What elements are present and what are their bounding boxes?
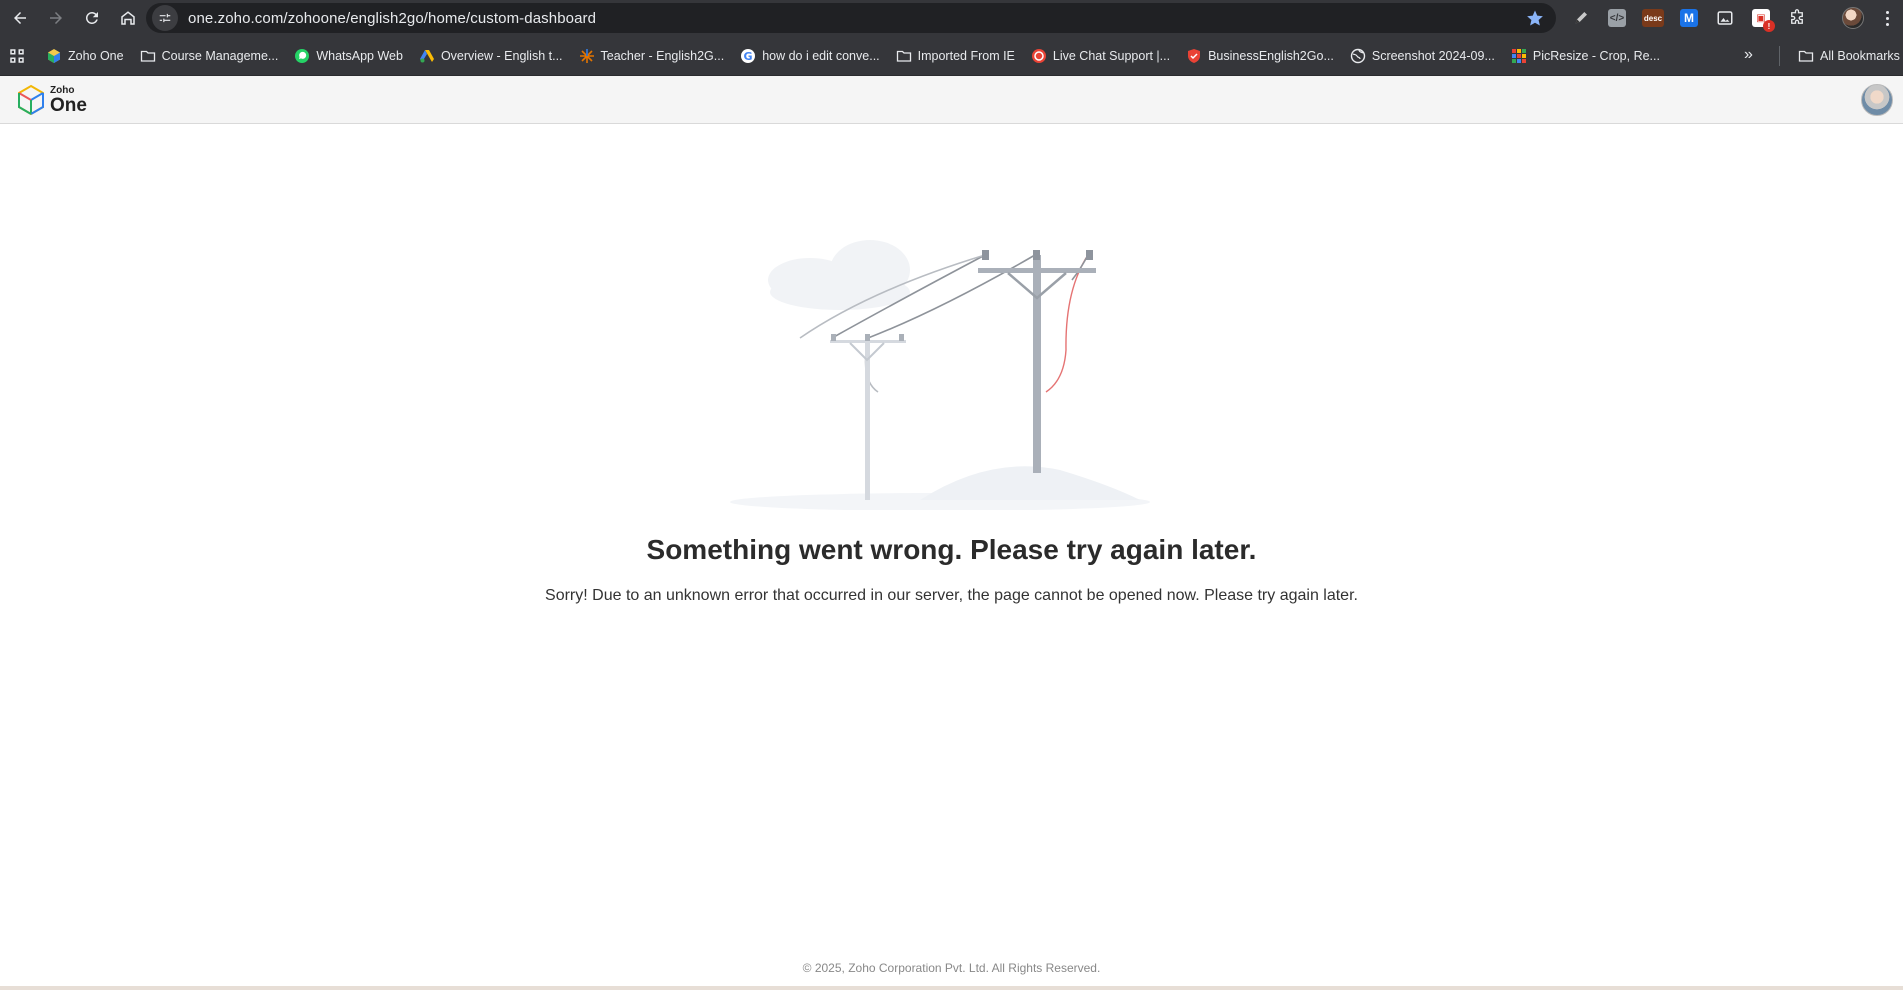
extensions-area: </> desc M ▣ ! [1568,4,1810,32]
calendar-extension-icon[interactable]: ▣ ! [1748,5,1775,32]
logo-small-text: Zoho [50,84,75,96]
puzzle-icon[interactable] [1784,5,1810,31]
bookmarks-divider [1779,46,1780,66]
more-bookmarks-button[interactable]: » [1744,46,1753,64]
zoho-one-logo[interactable]: Zoho One [16,84,87,116]
folder-icon [140,48,156,64]
bookmark-label: Course Manageme... [161,48,279,63]
bookmark-label: Live Chat Support |... [1052,48,1171,63]
bookmark-label: Teacher - English2G... [600,48,725,63]
bookmark-overview-english[interactable]: Overview - English t... [411,42,571,70]
zoho-icon [46,48,62,64]
google-icon: G [740,48,756,64]
reload-icon [85,11,98,24]
power-lines-illustration [730,240,1150,510]
all-bookmarks-label: All Bookmarks [1820,49,1900,63]
desc-label: desc [1642,9,1664,27]
reload-button[interactable] [76,2,108,34]
bookmark-zoho-one[interactable]: Zoho One [38,42,132,70]
home-icon [121,11,135,25]
arrow-left-icon [14,12,26,24]
bookmark-teacher-english2go[interactable]: Teacher - English2G... [571,42,733,70]
error-message: Sorry! Due to an unknown error that occu… [545,587,1358,604]
tune-icon [159,13,171,23]
browser-toolbar: one.zoho.com/zohoone/english2go/home/cus… [0,0,1903,36]
bookmark-label: Imported From IE [917,48,1015,63]
browser-profile-avatar[interactable] [1842,7,1864,29]
bookmark-businessenglish2go[interactable]: BusinessEnglish2Go... [1178,42,1342,70]
address-bar[interactable]: one.zoho.com/zohoone/english2go/home/cus… [146,3,1556,33]
bookmark-label: PicResize - Crop, Re... [1532,48,1660,63]
logo-text: Zoho One [50,84,87,116]
bookmark-how-do-i-edit[interactable]: G how do i edit conve... [732,42,887,70]
code-icon[interactable]: </> [1604,5,1630,31]
user-avatar[interactable] [1861,84,1893,116]
bookmark-label: Zoho One [68,48,124,63]
bookmark-label: WhatsApp Web [316,48,403,63]
app-header: Zoho One [0,76,1903,124]
bookmark-course-management[interactable]: Course Manageme... [132,42,287,70]
ground [730,466,1150,510]
logo-big-text: One [50,94,87,116]
bookmark-star-icon[interactable] [1526,9,1544,27]
google-ads-icon [419,48,435,64]
chat-icon [1031,48,1047,64]
bottom-border [0,986,1903,990]
bookmark-label: BusinessEnglish2Go... [1208,48,1334,63]
picresize-icon [1511,48,1527,64]
clouds [768,240,910,310]
back-button[interactable] [4,2,36,34]
error-title: Something went wrong. Please try again l… [646,534,1257,565]
zoho-cube-icon [18,84,44,116]
svg-text:G: G [744,50,753,63]
bookmark-screenshot[interactable]: Screenshot 2024-09... [1342,42,1503,70]
folder-icon [1798,48,1814,64]
bookmark-label: Screenshot 2024-09... [1371,48,1495,63]
big-pole [978,250,1096,473]
bookmark-imported-from-ie[interactable]: Imported From IE [888,42,1023,70]
site-info-button[interactable] [152,5,178,31]
bookmark-picresize[interactable]: PicResize - Crop, Re... [1503,42,1668,70]
arrow-right-icon [50,12,62,24]
bookmark-label: how do i edit conve... [762,48,880,63]
bookmarks-bar: Zoho One Course Manageme... WhatsApp Web… [0,36,1903,76]
star-burst-icon [579,48,595,64]
shield-icon [1186,48,1202,64]
whatsapp-icon [294,48,310,64]
forward-button[interactable] [40,2,72,34]
image-icon[interactable] [1712,5,1738,31]
all-bookmarks-button[interactable]: All Bookmarks [1790,42,1903,70]
m-label: M [1680,9,1698,27]
pen-icon[interactable] [1568,5,1594,31]
bookmark-live-chat-support[interactable]: Live Chat Support |... [1023,42,1178,70]
small-pole [830,334,906,500]
home-button[interactable] [112,2,144,34]
bookmark-label: Overview - English t... [440,48,563,63]
chrome-menu-button[interactable] [1877,6,1897,30]
bookmark-whatsapp-web[interactable]: WhatsApp Web [286,42,411,70]
desc-extension-icon[interactable]: desc [1640,5,1666,31]
folder-icon [896,48,912,64]
apps-grid-icon[interactable] [8,47,26,65]
globe-icon [1350,48,1366,64]
url-text[interactable]: one.zoho.com/zohoone/english2go/home/cus… [188,10,596,27]
extension-badge: ! [1763,20,1775,32]
footer-copyright: © 2025, Zoho Corporation Pvt. Ltd. All R… [802,961,1101,975]
m-extension-icon[interactable]: M [1676,5,1702,31]
